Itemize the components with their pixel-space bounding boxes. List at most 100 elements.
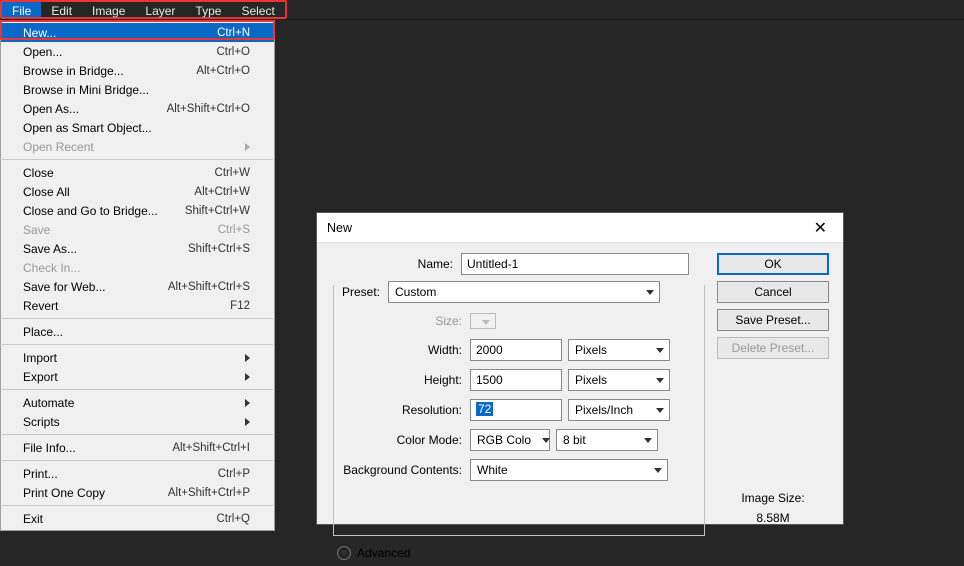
menu-item[interactable]: Automate <box>1 393 274 412</box>
menu-item-label: Check In... <box>23 261 250 275</box>
menu-shortcut: Shift+Ctrl+S <box>188 243 250 255</box>
menu-item[interactable]: Open...Ctrl+O <box>1 42 274 61</box>
menu-item-label: Automate <box>23 396 239 410</box>
menu-shortcut: Alt+Shift+Ctrl+P <box>168 487 250 499</box>
bg-select[interactable]: White <box>470 459 668 481</box>
size-label: Size: <box>336 314 470 328</box>
bit-depth-select[interactable]: 8 bit <box>556 429 658 451</box>
menu-item-label: Print One Copy <box>23 486 168 500</box>
image-size-label: Image Size: <box>741 491 804 505</box>
menu-separator <box>2 318 273 319</box>
preset-group: Preset: Custom Size: Width: Pixels Heigh… <box>333 283 705 536</box>
menu-item-label: Close <box>23 166 215 180</box>
menu-item[interactable]: Print One CopyAlt+Shift+Ctrl+P <box>1 483 274 502</box>
menu-item[interactable]: CloseCtrl+W <box>1 163 274 182</box>
menu-separator <box>2 434 273 435</box>
menu-item[interactable]: Print...Ctrl+P <box>1 464 274 483</box>
menu-item-label: Browse in Mini Bridge... <box>23 83 250 97</box>
menu-item: Open Recent <box>1 137 274 156</box>
menu-item-label: Open Recent <box>23 140 239 154</box>
resolution-unit-select[interactable]: Pixels/Inch <box>568 399 670 421</box>
menu-item-label: Scripts <box>23 415 239 429</box>
menu-item[interactable]: Browse in Bridge...Alt+Ctrl+O <box>1 61 274 80</box>
menu-shortcut: Alt+Shift+Ctrl+I <box>172 442 250 454</box>
width-field[interactable] <box>470 339 562 361</box>
menu-shortcut: Alt+Shift+Ctrl+O <box>167 103 250 115</box>
menu-item[interactable]: Scripts <box>1 412 274 431</box>
menu-item[interactable]: Open As...Alt+Shift+Ctrl+O <box>1 99 274 118</box>
advanced-toggle[interactable]: Advanced <box>337 546 705 560</box>
menu-item[interactable]: Open as Smart Object... <box>1 118 274 137</box>
chevron-down-icon <box>337 546 351 560</box>
resolution-field[interactable]: 72 <box>470 399 562 421</box>
menu-edit[interactable]: Edit <box>41 2 82 17</box>
menu-item-label: Place... <box>23 325 250 339</box>
menu-item[interactable]: Import <box>1 348 274 367</box>
menu-image[interactable]: Image <box>82 2 135 17</box>
name-label: Name: <box>327 257 461 271</box>
save-preset-button[interactable]: Save Preset... <box>717 309 829 331</box>
close-icon[interactable]: ✕ <box>808 218 833 238</box>
height-unit-select[interactable]: Pixels <box>568 369 670 391</box>
menu-item[interactable]: Place... <box>1 322 274 341</box>
menu-item: Check In... <box>1 258 274 277</box>
menu-item-label: Close All <box>23 185 194 199</box>
menu-item[interactable]: Export <box>1 367 274 386</box>
menu-item-label: Revert <box>23 299 230 313</box>
menu-item[interactable]: Close AllAlt+Ctrl+W <box>1 182 274 201</box>
name-field[interactable] <box>461 253 689 275</box>
image-size-value: 8.58M <box>741 511 804 525</box>
menu-shortcut: Ctrl+S <box>218 224 250 236</box>
menu-item[interactable]: Browse in Mini Bridge... <box>1 80 274 99</box>
menu-type[interactable]: Type <box>185 2 231 17</box>
menu-item: SaveCtrl+S <box>1 220 274 239</box>
menu-item-label: Close and Go to Bridge... <box>23 204 185 218</box>
menu-item[interactable]: ExitCtrl+Q <box>1 509 274 528</box>
dialog-title: New <box>327 221 808 235</box>
menu-item-label: Import <box>23 351 239 365</box>
menu-item-label: Open As... <box>23 102 167 116</box>
menu-separator <box>2 344 273 345</box>
width-label: Width: <box>336 343 470 357</box>
menu-shortcut: Ctrl+O <box>216 46 250 58</box>
menu-item[interactable]: RevertF12 <box>1 296 274 315</box>
menu-item[interactable]: Close and Go to Bridge...Shift+Ctrl+W <box>1 201 274 220</box>
menubar: File Edit Image Layer Type Select <box>0 0 964 20</box>
menu-item-label: New... <box>23 26 217 40</box>
menu-item[interactable]: Save for Web...Alt+Shift+Ctrl+S <box>1 277 274 296</box>
menu-item[interactable]: File Info...Alt+Shift+Ctrl+I <box>1 438 274 457</box>
menu-item-label: Save As... <box>23 242 188 256</box>
menu-file[interactable]: File <box>2 2 41 17</box>
file-dropdown: New...Ctrl+NOpen...Ctrl+OBrowse in Bridg… <box>0 20 275 531</box>
menu-item[interactable]: New...Ctrl+N <box>1 23 274 42</box>
dialog-form: Name: Preset: Custom Size: Width: Pixe <box>327 253 713 560</box>
height-field[interactable] <box>470 369 562 391</box>
menu-item-label: Print... <box>23 467 218 481</box>
menu-item-label: Save for Web... <box>23 280 168 294</box>
menu-item-label: Export <box>23 370 239 384</box>
menu-shortcut: Alt+Ctrl+W <box>194 186 250 198</box>
advanced-label: Advanced <box>357 546 410 560</box>
chevron-right-icon <box>245 373 250 381</box>
menu-item[interactable]: Save As...Shift+Ctrl+S <box>1 239 274 258</box>
color-mode-select[interactable]: RGB Color <box>470 429 550 451</box>
cancel-button[interactable]: Cancel <box>717 281 829 303</box>
menu-shortcut: F12 <box>230 300 250 312</box>
delete-preset-button: Delete Preset... <box>717 337 829 359</box>
menu-item-label: Save <box>23 223 218 237</box>
menu-separator <box>2 389 273 390</box>
color-mode-label: Color Mode: <box>336 433 470 447</box>
menu-select[interactable]: Select <box>231 2 284 17</box>
menu-layer[interactable]: Layer <box>135 2 185 17</box>
menu-separator <box>2 505 273 506</box>
ok-button[interactable]: OK <box>717 253 829 275</box>
menubar-highlight: File Edit Image Layer Type Select <box>0 0 287 19</box>
menu-shortcut: Ctrl+N <box>217 27 250 39</box>
menu-item-label: Open as Smart Object... <box>23 121 250 135</box>
menu-shortcut: Shift+Ctrl+W <box>185 205 250 217</box>
menu-shortcut: Ctrl+Q <box>216 513 250 525</box>
width-unit-select[interactable]: Pixels <box>568 339 670 361</box>
size-select <box>470 313 496 329</box>
menu-item-label: File Info... <box>23 441 172 455</box>
preset-select[interactable]: Custom <box>388 281 660 303</box>
